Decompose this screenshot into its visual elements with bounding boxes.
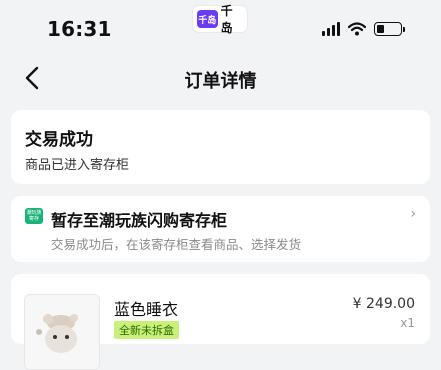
product-price: ¥ 249.00 — [352, 296, 415, 312]
product-quantity: x1 — [400, 316, 415, 330]
page-title: 订单详情 — [184, 71, 257, 92]
cellular-signal-icon — [322, 22, 340, 36]
product-thumbnail[interactable] — [24, 294, 100, 370]
order-status-subtitle: 商品已进入寄存柜 — [25, 158, 130, 173]
order-status-card: 交易成功 商品已进入寄存柜 — [11, 110, 430, 184]
product-condition-badge: 全新未拆盒 — [114, 321, 179, 339]
product-card[interactable]: 蓝色睡衣 全新未拆盒 ¥ 249.00 x1 — [11, 274, 430, 370]
app-badge[interactable]: 千岛 千岛 — [193, 4, 247, 35]
storage-title: 暂存至潮玩族闪购寄存柜 — [51, 211, 228, 230]
app-logo-icon: 千岛 — [197, 10, 218, 28]
figure-image — [25, 295, 99, 369]
storage-card[interactable]: 潮玩族 寄存 暂存至潮玩族闪购寄存柜 › 交易成功后，在该寄存柜查看商品、选择发… — [11, 196, 430, 262]
status-time: 16:31 — [47, 17, 112, 41]
product-name: 蓝色睡衣 — [114, 300, 179, 319]
nav-bar: 订单详情 — [0, 54, 441, 102]
app-name: 千岛 — [220, 4, 233, 35]
wifi-icon — [348, 22, 366, 36]
order-status-title: 交易成功 — [25, 130, 93, 150]
storage-locker-icon: 潮玩族 寄存 — [25, 208, 43, 224]
battery-icon — [374, 22, 405, 36]
status-bar: 16:31 千岛 千岛 — [0, 0, 441, 52]
chevron-right-icon: › — [410, 206, 416, 222]
system-icons — [322, 20, 405, 38]
storage-description: 交易成功后，在该寄存柜查看商品、选择发货 — [51, 237, 302, 252]
